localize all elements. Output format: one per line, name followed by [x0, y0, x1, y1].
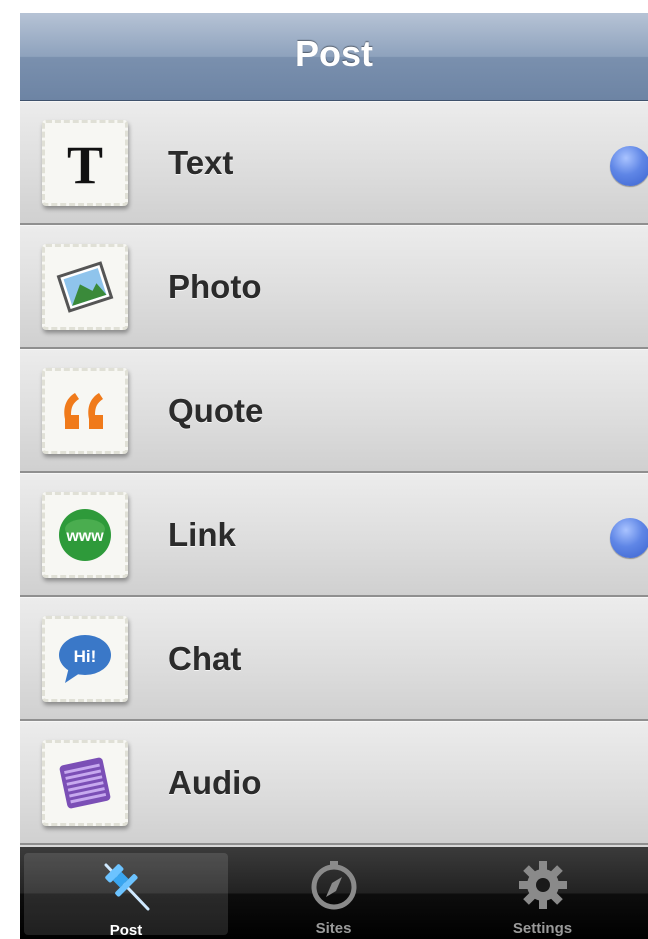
tab-label: Settings: [512, 920, 573, 937]
list-item-audio[interactable]: Audio: [20, 721, 648, 845]
link-icon: www: [59, 509, 111, 561]
text-stamp: T: [42, 120, 128, 206]
text-icon: T: [67, 135, 103, 195]
compass-icon: [311, 861, 356, 910]
list-item-label: Link: [168, 516, 236, 553]
list-item-label: Quote: [168, 392, 264, 429]
tab-settings[interactable]: Settings: [438, 847, 647, 939]
post-type-list: T Text Photo Quote www Link Hi! Chat Aud…: [20, 101, 648, 847]
audio-icon: [59, 757, 111, 809]
list-item-label: Audio: [168, 764, 262, 801]
tab-sites[interactable]: Sites: [229, 847, 438, 939]
photo-icon: [56, 261, 114, 313]
audio-stamp: [42, 740, 128, 826]
page-title: Post: [294, 33, 373, 74]
tab-label: Sites: [315, 920, 352, 937]
chat-icon: Hi!: [59, 635, 111, 683]
app-screen: Post T Text Photo Quote www Link Hi! Cha…: [20, 13, 648, 939]
svg-text:T: T: [67, 135, 103, 195]
list-item-text[interactable]: T Text: [20, 101, 648, 225]
photo-stamp: [42, 244, 128, 330]
tab-post[interactable]: Post: [24, 853, 228, 939]
unread-indicator-dot: [610, 518, 648, 558]
quote-icon: [64, 393, 103, 429]
list-item-label: Text: [168, 144, 234, 181]
chat-stamp: Hi!: [42, 616, 128, 702]
pushpin-icon: [104, 863, 150, 911]
list-item-link[interactable]: www Link: [20, 473, 648, 597]
list-item-chat[interactable]: Hi! Chat: [20, 597, 648, 721]
list-item-label: Photo: [168, 268, 262, 305]
svg-text:Hi!: Hi!: [74, 647, 97, 666]
list-item-photo[interactable]: Photo: [20, 225, 648, 349]
svg-text:www: www: [65, 528, 104, 545]
quote-stamp: [42, 368, 128, 454]
list-item-label: Chat: [168, 640, 242, 677]
list-item-quote[interactable]: Quote: [20, 349, 648, 473]
tab-bar: Post Sites Settings: [20, 847, 648, 939]
unread-indicator-dot: [610, 146, 648, 186]
link-stamp: www: [42, 492, 128, 578]
nav-bar: Post: [20, 13, 648, 101]
gear-icon: [518, 861, 567, 909]
tab-label: Post: [109, 922, 143, 939]
